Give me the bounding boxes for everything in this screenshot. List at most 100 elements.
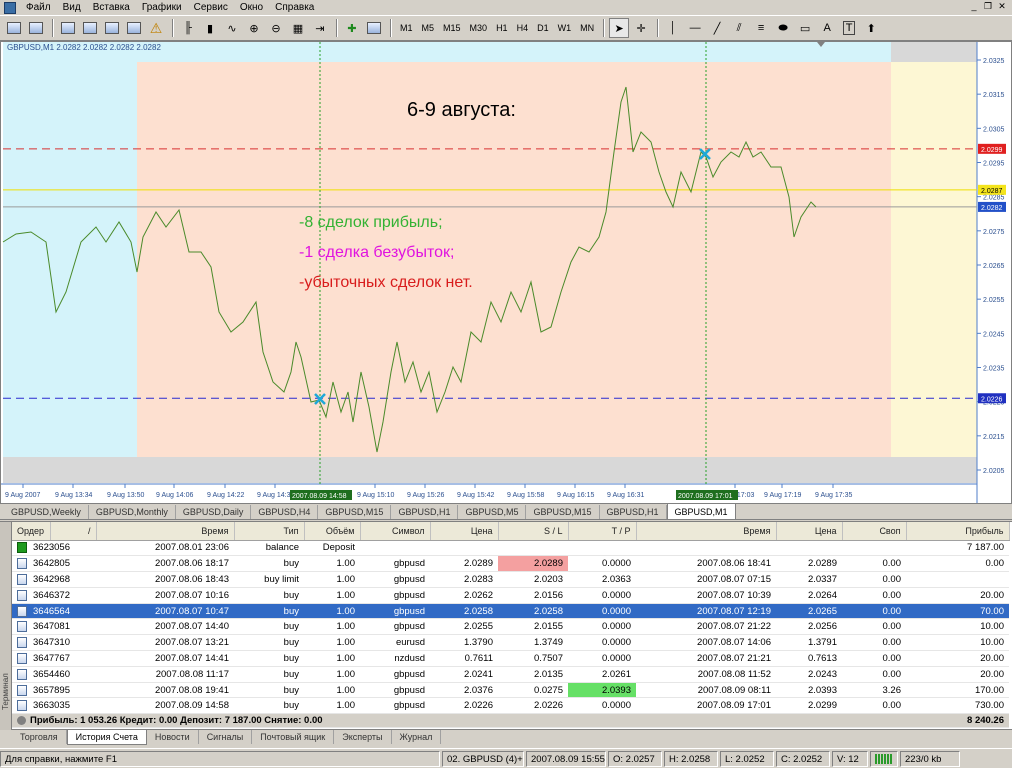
- timeframe-m30[interactable]: M30: [466, 19, 492, 37]
- terminal-button[interactable]: [124, 18, 144, 38]
- trendline-button[interactable]: ╱: [707, 18, 727, 38]
- fibo-button[interactable]: ≡: [751, 18, 771, 38]
- chart-tab[interactable]: GBPUSD,H4: [251, 505, 319, 519]
- restore-icon[interactable]: ❐: [982, 1, 994, 13]
- text-button[interactable]: A: [817, 18, 837, 38]
- horizontal-line-button[interactable]: —: [685, 18, 705, 38]
- chart-tab[interactable]: GBPUSD,M15: [526, 505, 600, 519]
- menu-help[interactable]: Справка: [269, 0, 320, 15]
- market-watch-button[interactable]: [58, 18, 78, 38]
- status-traffic: 223/0 kb: [900, 750, 960, 767]
- text-label-button[interactable]: T: [839, 18, 859, 38]
- chart-tab[interactable]: GBPUSD,H1: [391, 505, 459, 519]
- table-row[interactable]: 3646372 2007.08.07 10:16 buy 1.00 gbpusd 2.02…: [12, 587, 1009, 604]
- zoom-in-icon: ⊕: [249, 22, 259, 35]
- templates-button[interactable]: [364, 18, 384, 38]
- cell-profit: 10.00: [906, 618, 1009, 636]
- table-row[interactable]: 3647767 2007.08.07 14:41 buy 1.00 nzdusd 0.76…: [12, 650, 1009, 667]
- column-header[interactable]: Символ: [360, 522, 431, 541]
- table-row[interactable]: 3663035 2007.08.09 14:58 buy 1.00 gbpusd 2.02…: [12, 697, 1009, 715]
- terminal-tab[interactable]: Эксперты: [334, 730, 392, 744]
- toolbar: ⚠ ╟ ▮ ∿ ⊕ ⊖ ▦ ⇥ ✚ M1 M5 M15 M30 H1 H4 D1…: [0, 15, 1012, 41]
- vertical-line-button[interactable]: │: [663, 18, 683, 38]
- menu-window[interactable]: Окно: [234, 0, 269, 15]
- data-window-button[interactable]: [80, 18, 100, 38]
- terminal-tab[interactable]: Почтовый ящик: [252, 730, 335, 744]
- terminal-tab[interactable]: Сигналы: [199, 730, 253, 744]
- terminal-tab[interactable]: Журнал: [392, 730, 442, 744]
- rectangle-button[interactable]: ▭: [795, 18, 815, 38]
- timeframe-m1[interactable]: M1: [396, 19, 417, 37]
- column-header[interactable]: Своп: [842, 522, 907, 541]
- chart-tab[interactable]: GBPUSD,M15: [318, 505, 392, 519]
- timeframe-d1[interactable]: D1: [533, 19, 553, 37]
- chart-tab[interactable]: GBPUSD,Weekly: [4, 505, 89, 519]
- new-chart-button[interactable]: [4, 18, 24, 38]
- cursor-button[interactable]: ➤: [609, 18, 630, 38]
- cell-volume: 1.00: [304, 682, 360, 699]
- table-row[interactable]: 3623056 2007.08.01 23:06 balance Deposit 7 1…: [12, 540, 1009, 557]
- column-header[interactable]: Время: [96, 522, 235, 541]
- column-header[interactable]: Ордер: [12, 522, 51, 541]
- menu-charts[interactable]: Графики: [136, 0, 188, 15]
- column-header[interactable]: Прибыль: [906, 522, 1010, 541]
- crosshair-button[interactable]: ✛: [631, 18, 651, 38]
- timeframe-h4[interactable]: H4: [513, 19, 533, 37]
- table-row[interactable]: 3647310 2007.08.07 13:21 buy 1.00 eurusd 1.37…: [12, 634, 1009, 652]
- column-header[interactable]: S / L: [498, 522, 569, 541]
- ellipse-button[interactable]: ⬬: [773, 18, 793, 38]
- column-header[interactable]: Тип: [234, 522, 305, 541]
- table-row[interactable]: 3654460 2007.08.08 11:17 buy 1.00 gbpusd 2.02…: [12, 666, 1009, 683]
- column-header[interactable]: Объём: [304, 522, 361, 541]
- timeframe-m5[interactable]: M5: [418, 19, 439, 37]
- timeframe-w1[interactable]: W1: [554, 19, 576, 37]
- column-header[interactable]: /: [50, 522, 97, 541]
- column-header[interactable]: Цена: [776, 522, 843, 541]
- table-row[interactable]: 3657895 2007.08.08 19:41 buy 1.00 gbpusd 2.03…: [12, 682, 1009, 699]
- timeframe-h1[interactable]: H1: [492, 19, 512, 37]
- chart-tab[interactable]: GBPUSD,Monthly: [89, 505, 176, 519]
- status-profile[interactable]: 02. GBPUSD (4)+++: [442, 750, 524, 767]
- price-chart[interactable]: 2.0325 2.0315 2.0305 2.0295 2.0285 2.0275 2.02…: [0, 41, 1012, 504]
- column-header[interactable]: T / P: [568, 522, 637, 541]
- menu-tools[interactable]: Сервис: [188, 0, 234, 15]
- chart-canvas[interactable]: 2.0325 2.0315 2.0305 2.0295 2.0285 2.0275 2.02…: [1, 42, 1011, 503]
- zoom-out-button[interactable]: ⊖: [266, 18, 286, 38]
- terminal-tab[interactable]: Торговля: [12, 730, 67, 744]
- chart-tab[interactable]: GBPUSD,H1: [600, 505, 667, 519]
- menu-view[interactable]: Вид: [57, 0, 87, 15]
- expert-advisors-button[interactable]: ⚠: [146, 18, 166, 38]
- table-row[interactable]: 3642805 2007.08.06 18:17 buy 1.00 gbpusd 2.02…: [12, 555, 1009, 573]
- trade-time-label: 2007.08.09 14:58: [292, 493, 347, 500]
- column-header[interactable]: Время: [636, 522, 777, 541]
- menu-insert[interactable]: Вставка: [87, 0, 136, 15]
- tile-windows-button[interactable]: ▦: [288, 18, 308, 38]
- auto-scroll-button[interactable]: ⇥: [310, 18, 330, 38]
- menu-file[interactable]: Файл: [20, 0, 57, 15]
- minimize-icon[interactable]: _: [968, 1, 980, 13]
- terminal-tab[interactable]: Новости: [147, 730, 199, 744]
- chart-tab[interactable]: GBPUSD,Daily: [176, 505, 252, 519]
- table-row[interactable]: 3642968 2007.08.06 18:43 buy limit 1.00 gbpu…: [12, 571, 1009, 588]
- timeframe-mn[interactable]: MN: [576, 19, 598, 37]
- timeframe-m15[interactable]: M15: [439, 19, 465, 37]
- channel-button[interactable]: ⫽: [729, 18, 749, 38]
- time-tick-label: 9 Aug 15:26: [407, 492, 444, 499]
- profiles-button[interactable]: [26, 18, 46, 38]
- bar-chart-button[interactable]: ╟: [178, 18, 198, 38]
- table-row[interactable]: 3646564 2007.08.07 10:47 buy 1.00 gbpusd 2.02…: [12, 603, 1009, 620]
- arrows-button[interactable]: ⬆: [861, 18, 881, 38]
- column-header[interactable]: Цена: [430, 522, 499, 541]
- line-chart-button[interactable]: ∿: [222, 18, 242, 38]
- terminal-tab[interactable]: История Счета: [66, 730, 147, 745]
- navigator-button[interactable]: [102, 18, 122, 38]
- chart-tab[interactable]: GBPUSD,M1: [666, 503, 736, 519]
- chart-tab[interactable]: GBPUSD,M5: [458, 505, 527, 519]
- indicators-button[interactable]: ✚: [342, 18, 362, 38]
- cell-order: 3646564: [33, 605, 70, 617]
- table-row[interactable]: 3647081 2007.08.07 14:40 buy 1.00 gbpusd 2.02…: [12, 618, 1009, 636]
- candle-chart-button[interactable]: ▮: [200, 18, 220, 38]
- zoom-in-button[interactable]: ⊕: [244, 18, 264, 38]
- cell-sl: 0.7507: [498, 650, 568, 667]
- close-icon[interactable]: ✕: [996, 1, 1008, 13]
